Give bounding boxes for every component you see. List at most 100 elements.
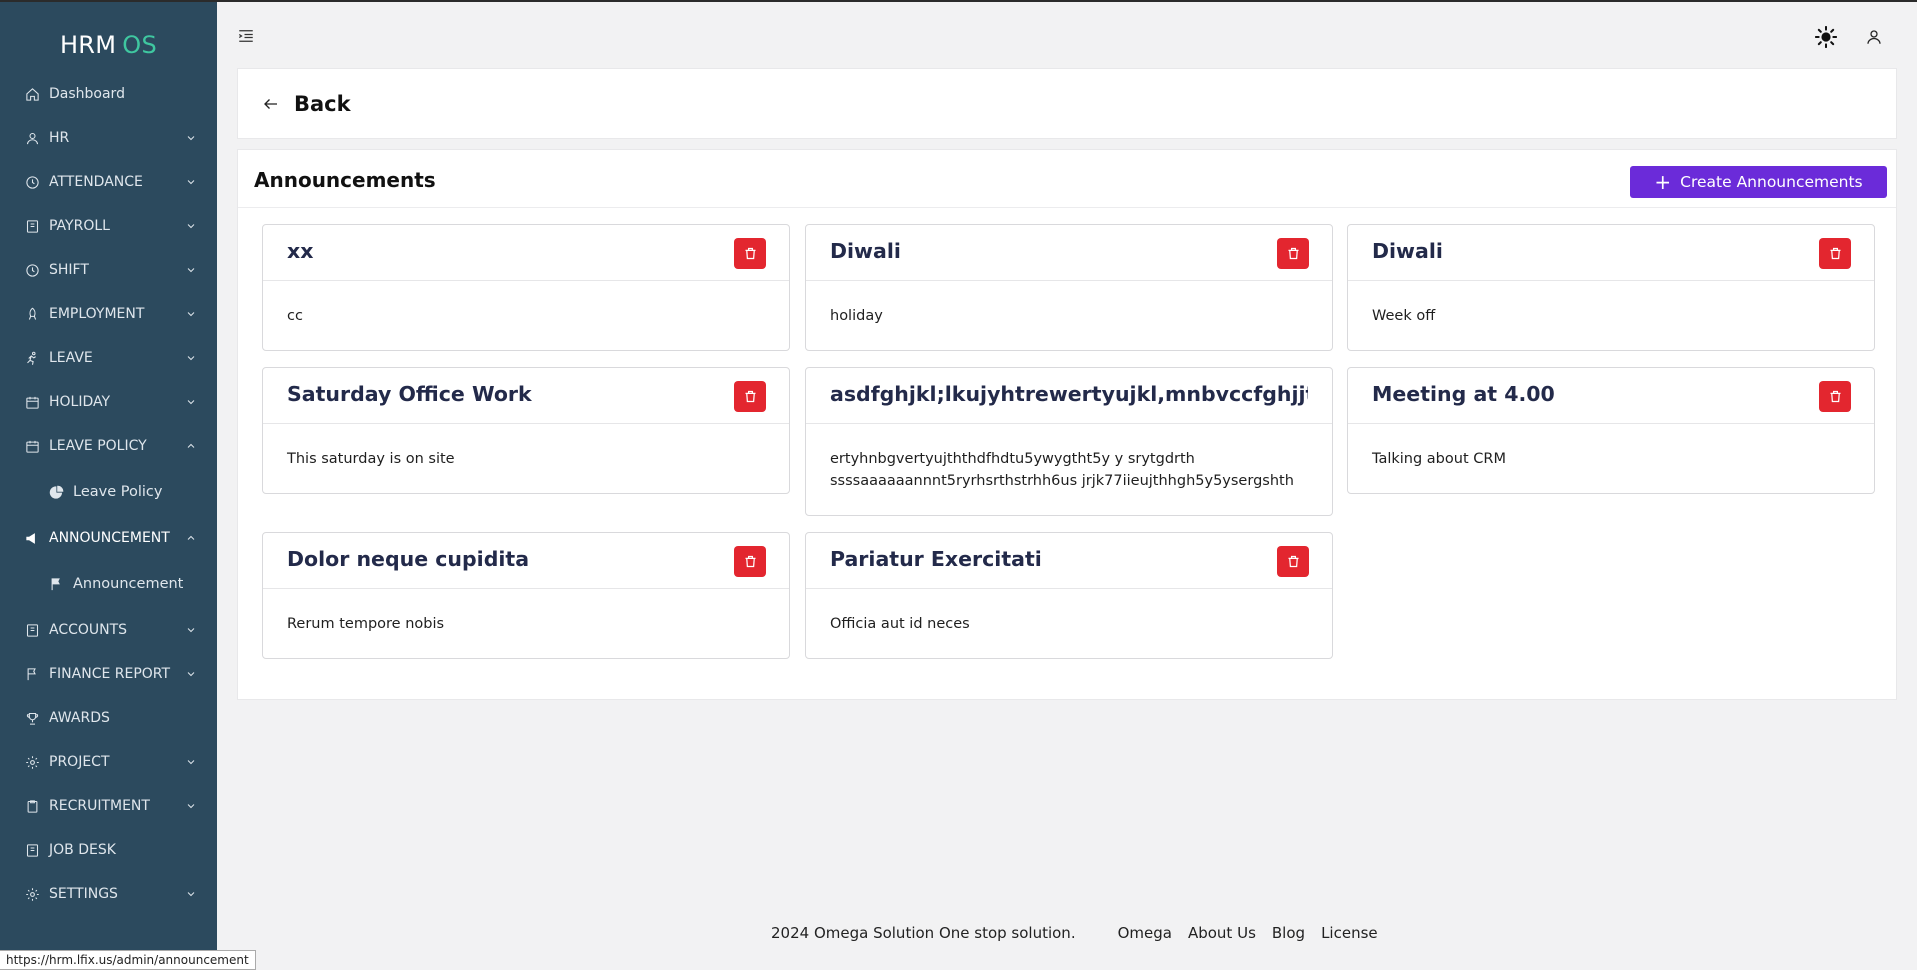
delete-button[interactable] — [1277, 546, 1309, 577]
delete-button[interactable] — [734, 381, 766, 412]
flag-icon — [24, 666, 40, 682]
sidebar-item-settings[interactable]: SETTINGS — [0, 872, 217, 916]
sidebar-item-label: Announcement — [73, 576, 184, 592]
sidebar-item-announcement[interactable]: ANNOUNCEMENT — [0, 516, 217, 560]
announcement-body: holiday — [806, 281, 1332, 327]
announcement-card: Meeting at 4.00 Talking about CRM — [1347, 367, 1875, 494]
trash-icon — [745, 555, 755, 568]
sidebar-item-job-desk[interactable]: JOB DESK — [0, 828, 217, 872]
theme-toggle-sun-icon[interactable] — [1814, 25, 1838, 49]
announcement-text: Talking about CRM — [1372, 451, 1506, 467]
announcement-body: cc — [263, 281, 789, 327]
announcement-title: Diwali — [1372, 239, 1443, 263]
brand-name: HRM — [59, 31, 117, 59]
announcement-card: Saturday Office Work This saturday is on… — [262, 367, 790, 494]
trash-icon — [1288, 247, 1298, 260]
announcement-card: Dolor neque cupidita Rerum tempore nobis — [262, 532, 790, 659]
rocket-icon — [24, 306, 40, 322]
sidebar-item-employment[interactable]: EMPLOYMENT — [0, 292, 217, 336]
announcement-body: This saturday is on site — [263, 424, 789, 470]
menu-toggle-icon[interactable] — [237, 27, 255, 45]
chevron-down-icon — [185, 668, 197, 680]
announcement-text: This saturday is on site — [287, 451, 455, 467]
announcement-text: ertyhnbgvertyujththdfhdtu5ywygtht5y y sr… — [830, 451, 1195, 467]
announcement-title: Dolor neque cupidita — [287, 547, 530, 571]
announcement-card: asdfghjkl;lkujyhtrewertyujkl,mnbvccfghjj… — [805, 367, 1333, 516]
create-button-label: Create Announcements — [1680, 173, 1863, 191]
footer-link-blog[interactable]: Blog — [1272, 924, 1305, 942]
footer-link-omega[interactable]: Omega — [1118, 924, 1172, 942]
sidebar-item-label: PAYROLL — [49, 218, 110, 234]
announcement-text: Week off — [1372, 308, 1436, 324]
announcement-card: xx cc — [262, 224, 790, 351]
pie-chart-icon — [48, 484, 64, 500]
calendar-icon — [24, 394, 40, 410]
brand-suffix: OS — [122, 31, 158, 59]
chevron-down-icon — [185, 352, 197, 364]
sidebar-subitem-announcement[interactable]: Announcement — [0, 560, 217, 608]
plus-icon: + — [1654, 170, 1672, 194]
delete-button[interactable] — [734, 238, 766, 269]
sidebar-item-hr[interactable]: HR — [0, 116, 217, 160]
sidebar-item-accounts[interactable]: ACCOUNTS — [0, 608, 217, 652]
back-label: Back — [294, 91, 351, 116]
sidebar-item-label: SHIFT — [49, 262, 89, 278]
sidebar-item-label: HR — [49, 130, 70, 146]
create-announcement-button[interactable]: + Create Announcements — [1630, 166, 1887, 198]
trash-icon — [1830, 390, 1840, 403]
announcement-body: ertyhnbgvertyujththdfhdtu5ywygtht5y y sr… — [806, 424, 1332, 492]
clock-icon — [24, 174, 40, 190]
status-bar-url: https://hrm.lfix.us/admin/announcement — [0, 950, 256, 970]
chevron-down-icon — [185, 176, 197, 188]
sidebar-item-label: JOB DESK — [49, 842, 116, 858]
sidebar-item-finance-report[interactable]: FINANCE REPORT — [0, 652, 217, 696]
announcement-text: Rerum tempore nobis — [287, 616, 445, 632]
delete-button[interactable] — [1819, 381, 1851, 412]
announcement-text: ssssaaaaaannnt5ryrhsrthstrhh6us jrjk77ii… — [830, 473, 1294, 489]
sidebar-item-label: SETTINGS — [49, 886, 118, 902]
receipt-icon — [24, 218, 40, 234]
sidebar-item-leave-policy[interactable]: LEAVE POLICY — [0, 424, 217, 468]
sidebar-item-label: ACCOUNTS — [49, 622, 128, 638]
footer-link-license[interactable]: License — [1321, 924, 1378, 942]
sidebar-nav: Dashboard HR ATTENDANCE PAYROLL SHIFT EM… — [0, 72, 217, 916]
chevron-down-icon — [185, 220, 197, 232]
user-profile-icon[interactable] — [1865, 28, 1883, 46]
announcement-title: Saturday Office Work — [287, 382, 532, 406]
announcement-body: Rerum tempore nobis — [263, 589, 789, 635]
announcement-title: Pariatur Exercitati — [830, 547, 1042, 571]
back-button[interactable]: Back — [262, 92, 351, 116]
home-icon — [24, 86, 40, 102]
sidebar-item-label: LEAVE POLICY — [49, 438, 147, 454]
chevron-down-icon — [185, 888, 197, 900]
sidebar-item-attendance[interactable]: ATTENDANCE — [0, 160, 217, 204]
delete-button[interactable] — [1277, 238, 1309, 269]
sidebar-item-leave[interactable]: LEAVE — [0, 336, 217, 380]
announcement-body: Week off — [1348, 281, 1874, 327]
announcement-title: xx — [287, 239, 314, 263]
chevron-down-icon — [185, 756, 197, 768]
sidebar-item-project[interactable]: PROJECT — [0, 740, 217, 784]
announcement-title: asdfghjkl;lkujyhtrewertyujkl,mnbvccfghjj… — [830, 382, 1308, 406]
sidebar-item-holiday[interactable]: HOLIDAY — [0, 380, 217, 424]
announcement-body: Officia aut id neces — [806, 589, 1332, 635]
sidebar-item-payroll[interactable]: PAYROLL — [0, 204, 217, 248]
sidebar-item-label: AWARDS — [49, 710, 110, 726]
sidebar-item-awards[interactable]: AWARDS — [0, 696, 217, 740]
delete-button[interactable] — [1819, 238, 1851, 269]
receipt-icon — [24, 842, 40, 858]
chevron-down-icon — [185, 396, 197, 408]
sidebar-item-dashboard[interactable]: Dashboard — [0, 72, 217, 116]
announcement-text: holiday — [830, 308, 883, 324]
sidebar-item-recruitment[interactable]: RECRUITMENT — [0, 784, 217, 828]
trash-icon — [1288, 555, 1298, 568]
user-icon — [24, 130, 40, 146]
chevron-up-icon — [185, 440, 197, 452]
announcement-card: Diwali Week off — [1347, 224, 1875, 351]
delete-button[interactable] — [734, 546, 766, 577]
sidebar-item-shift[interactable]: SHIFT — [0, 248, 217, 292]
page-title: Announcements — [254, 168, 436, 192]
footer-link-about-us[interactable]: About Us — [1188, 924, 1256, 942]
sidebar-subitem-leave-policy[interactable]: Leave Policy — [0, 468, 217, 516]
sidebar-item-label: EMPLOYMENT — [49, 306, 145, 322]
